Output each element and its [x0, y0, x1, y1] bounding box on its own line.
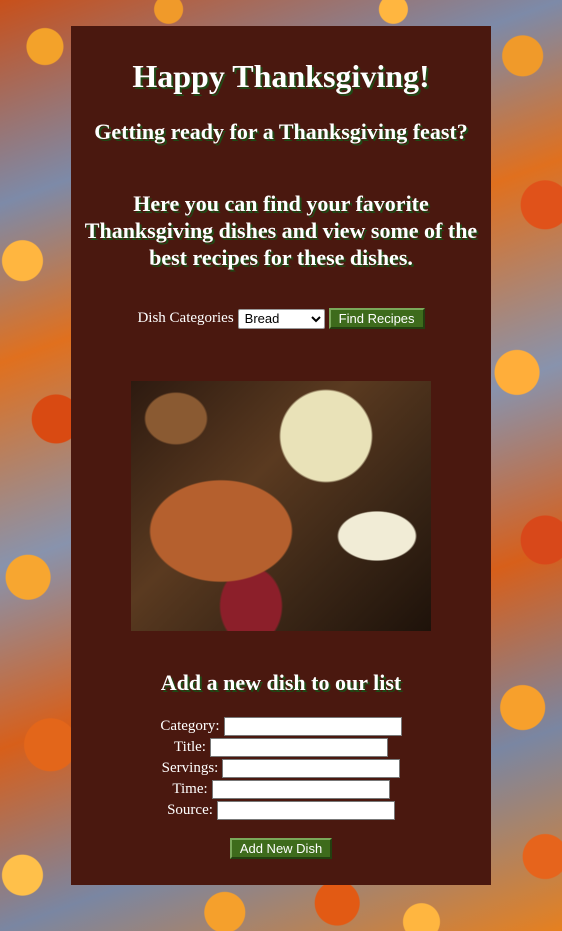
time-row: Time:	[71, 779, 491, 800]
title-label: Title:	[174, 739, 206, 755]
add-dish-button-wrap: Add New Dish	[71, 838, 491, 859]
category-row: Category:	[71, 716, 491, 737]
category-input[interactable]	[223, 717, 402, 736]
find-recipes-button[interactable]: Find Recipes	[328, 308, 425, 329]
source-input[interactable]	[216, 801, 395, 820]
dish-category-select[interactable]: Bread	[237, 308, 325, 329]
source-row: Source:	[71, 800, 491, 821]
category-label: Category:	[160, 718, 220, 734]
add-dish-form: Category: Title: Servings: Time: Source:	[71, 716, 491, 821]
dish-search: Dish Categories Bread Find Recipes	[71, 308, 491, 329]
page-title: Happy Thanksgiving!	[132, 58, 430, 94]
time-label: Time:	[172, 781, 208, 797]
time-input[interactable]	[211, 780, 390, 799]
title-row: Title:	[71, 737, 491, 758]
servings-input[interactable]	[222, 759, 401, 778]
source-label: Source:	[167, 802, 213, 818]
dish-categories-label: Dish Categories	[137, 310, 234, 326]
thanksgiving-feast-photo	[131, 381, 431, 631]
main-card: Happy Thanksgiving! Getting ready for a …	[71, 26, 491, 885]
add-new-dish-button[interactable]: Add New Dish	[229, 838, 333, 859]
add-dish-heading: Add a new dish to our list	[160, 670, 402, 695]
title-input[interactable]	[209, 738, 388, 757]
servings-row: Servings:	[71, 758, 491, 779]
subtitle-description: Here you can find your favorite Thanksgi…	[84, 191, 478, 270]
subtitle-question: Getting ready for a Thanksgiving feast?	[94, 119, 468, 144]
servings-label: Servings:	[161, 760, 219, 776]
